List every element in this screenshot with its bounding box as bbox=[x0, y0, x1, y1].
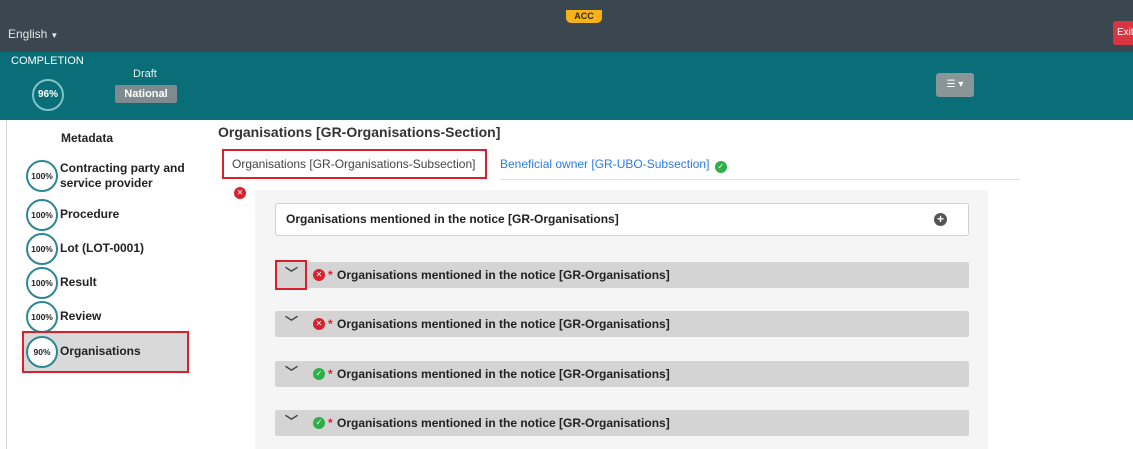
organisation-group-row[interactable]: ﹀ ✓ * Organisations mentioned in the not… bbox=[275, 410, 969, 436]
tab-divider bbox=[500, 179, 1020, 180]
sidebar-item-label: Result bbox=[60, 275, 97, 289]
progress-ring: 100% bbox=[26, 301, 58, 333]
group-label: Organisations mentioned in the notice [G… bbox=[337, 367, 670, 381]
sidebar-title: Metadata bbox=[61, 131, 114, 145]
group-label: Organisations mentioned in the notice [G… bbox=[337, 416, 670, 430]
organisation-group-row[interactable]: ﹀ ✓ * Organisations mentioned in the not… bbox=[275, 361, 969, 387]
progress-ring: 90% bbox=[26, 336, 58, 368]
chevron-down-icon[interactable]: ﹀ bbox=[285, 361, 298, 385]
scope-badge: National bbox=[115, 85, 177, 103]
progress-ring: 100% bbox=[26, 160, 58, 192]
organisation-group-row[interactable]: ﹀ ✕ * Organisations mentioned in the not… bbox=[275, 311, 969, 337]
tab-label: Organisations [GR-Organisations-Subsecti… bbox=[232, 157, 476, 171]
environment-badge: ACC bbox=[566, 10, 602, 23]
organisation-group-row[interactable]: ﹀ ✕ * Organisations mentioned in the not… bbox=[275, 260, 969, 290]
top-bar: English ▼ ACC Exit bbox=[0, 0, 1133, 52]
sidebar-item-label: Contracting party and service provider bbox=[60, 161, 185, 190]
group-label: Organisations mentioned in the notice [G… bbox=[337, 268, 670, 282]
chevron-down-icon[interactable]: ﹀ bbox=[285, 262, 298, 286]
sidebar-item-lot[interactable]: 100% Lot (LOT-0001) bbox=[26, 233, 144, 265]
left-border bbox=[6, 120, 7, 449]
sidebar-item-label: Organisations bbox=[60, 344, 141, 358]
error-icon: ✕ bbox=[313, 318, 325, 330]
tab-label: Beneficial owner [GR-UBO-Subsection] bbox=[500, 157, 710, 171]
status-label: Draft bbox=[133, 68, 157, 80]
sidebar-item-organisations[interactable]: 90% Organisations bbox=[26, 336, 141, 368]
progress-ring: 100% bbox=[26, 267, 58, 299]
completion-header: COMPLETION 96% Draft National ☰ ▾ bbox=[0, 52, 1133, 120]
sliders-icon: ☰ ▾ bbox=[946, 79, 964, 90]
sidebar-item-result[interactable]: 100% Result bbox=[26, 267, 97, 299]
required-marker: * bbox=[328, 268, 333, 282]
check-icon: ✓ bbox=[313, 417, 325, 429]
plus-icon[interactable]: + bbox=[934, 213, 947, 226]
sidebar-item-procedure[interactable]: 100% Procedure bbox=[26, 199, 119, 231]
section-title: Organisations [GR-Organisations-Section] bbox=[218, 124, 501, 140]
sidebar-item-label: Review bbox=[60, 309, 102, 323]
check-icon: ✓ bbox=[714, 161, 727, 173]
error-icon: ✕ bbox=[313, 269, 325, 281]
language-label: English bbox=[8, 27, 48, 41]
tab-organisations-subsection[interactable]: Organisations [GR-Organisations-Subsecti… bbox=[222, 149, 487, 199]
chevron-down-icon[interactable]: ﹀ bbox=[285, 311, 298, 335]
add-row-label: Organisations mentioned in the notice [G… bbox=[286, 212, 619, 226]
caret-down-icon: ▼ bbox=[50, 31, 59, 40]
sidebar-item-review[interactable]: 100% Review bbox=[26, 301, 101, 333]
settings-dropdown-button[interactable]: ☰ ▾ bbox=[936, 73, 974, 97]
sidebar-item-contracting-party[interactable]: 100% Contracting party and service provi… bbox=[26, 160, 190, 192]
progress-ring: 100% bbox=[26, 233, 58, 265]
language-selector[interactable]: English ▼ bbox=[8, 27, 58, 41]
tab-beneficial-owner[interactable]: Beneficial owner [GR-UBO-Subsection] ✓ bbox=[500, 157, 727, 173]
check-icon: ✓ bbox=[313, 368, 325, 380]
required-marker: * bbox=[328, 367, 333, 381]
add-organisation-row[interactable]: Organisations mentioned in the notice [G… bbox=[275, 203, 969, 236]
progress-ring: 100% bbox=[26, 199, 58, 231]
chevron-down-icon[interactable]: ﹀ bbox=[285, 410, 298, 434]
group-label: Organisations mentioned in the notice [G… bbox=[337, 317, 670, 331]
required-marker: * bbox=[328, 416, 333, 430]
sidebar-item-label: Lot (LOT-0001) bbox=[60, 241, 145, 255]
exit-button[interactable]: Exit bbox=[1113, 21, 1133, 45]
completion-progress-ring: 96% bbox=[32, 79, 64, 111]
sidebar-item-label: Procedure bbox=[60, 207, 120, 221]
completion-label: COMPLETION bbox=[11, 55, 84, 67]
error-icon: ✕ bbox=[234, 187, 246, 199]
required-marker: * bbox=[328, 317, 333, 331]
